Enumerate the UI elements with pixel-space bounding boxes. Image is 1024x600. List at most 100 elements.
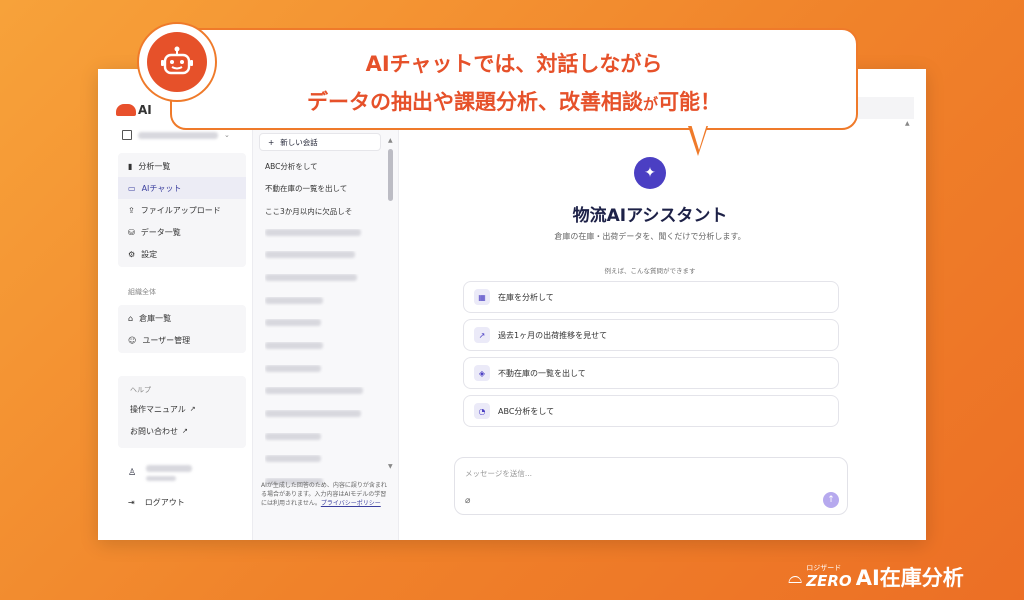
- conversation-item-blurred[interactable]: [265, 297, 375, 306]
- chat-icon: ▭: [128, 183, 136, 193]
- send-button[interactable]: ↑: [823, 492, 839, 508]
- privacy-policy-link[interactable]: プライバシーポリシー: [321, 500, 381, 507]
- sidebar-item-label: ファイルアップロード: [140, 205, 221, 215]
- database-icon: ⛁: [128, 227, 135, 237]
- assistant-title: 物流AIアシスタント: [572, 206, 728, 226]
- conversation-item-blurred[interactable]: [265, 410, 375, 419]
- users-icon: ☺: [128, 335, 137, 345]
- manual-link-label: 操作マニュアル: [130, 404, 186, 414]
- help-label: ヘルプ: [130, 386, 151, 394]
- arrow-up-icon: ↑: [827, 495, 835, 505]
- new-conversation-label: 新しい会話: [280, 137, 318, 147]
- suggestion-label: ABC分析をして: [498, 406, 555, 416]
- conversation-item-blurred[interactable]: [265, 342, 375, 351]
- robot-badge: [137, 22, 217, 102]
- brand-text: AI: [138, 103, 152, 117]
- manual-link[interactable]: 操作マニュアル ↗: [118, 398, 246, 420]
- user-email-blurred: [146, 476, 177, 481]
- callout-tail-inner: [691, 124, 707, 150]
- sidebar-item-settings[interactable]: ⚙ 設定: [118, 243, 246, 265]
- footer-brand-big: AI在庫分析: [855, 566, 964, 590]
- sidebar-item-label: 倉庫一覧: [139, 313, 172, 323]
- org-section-label: 組織全体: [128, 288, 156, 296]
- scroll-down-icon[interactable]: ▼: [388, 463, 393, 470]
- user-profile[interactable]: ♙: [128, 465, 193, 481]
- upload-icon: ⇪: [128, 205, 135, 215]
- sidebar-item-label: AIチャット: [141, 183, 182, 193]
- logout-icon: ⇥: [128, 498, 135, 507]
- suggestion-label: 過去1ヶ月の出荷推移を見せて: [498, 330, 608, 340]
- sidebar-item-upload[interactable]: ⇪ ファイルアップロード: [118, 199, 246, 221]
- bar-chart-icon: ▮: [128, 161, 133, 171]
- conversation-item-blurred[interactable]: [265, 387, 375, 396]
- org-nav: ⌂ 倉庫一覧 ☺ ユーザー管理: [118, 305, 246, 353]
- logout-button[interactable]: ⇥ ログアウト: [128, 497, 185, 508]
- footer-logo-mark: ⌓: [788, 566, 803, 588]
- callout-line2-end: 可能！: [658, 90, 721, 114]
- example-label: 例えば、こんな質問ができます: [604, 267, 696, 275]
- conversation-item[interactable]: ABC分析をして: [265, 161, 375, 172]
- sidebar-item-users[interactable]: ☺ ユーザー管理: [118, 329, 246, 351]
- callout-line2-main: データの抽出や課題分析、改善相談: [306, 90, 643, 114]
- suggestion-abc-analysis[interactable]: ◔ ABC分析をして: [463, 395, 839, 427]
- main-nav: ▮ 分析一覧 ▭ AIチャット ⇪ ファイルアップロード ⛁ データ一覧 ⚙ 設定: [118, 153, 246, 267]
- suggestion-label: 不動在庫の一覧を出して: [498, 368, 586, 378]
- assistant-subtitle: 倉庫の在庫・出荷データを、聞くだけで分析します。: [554, 232, 746, 241]
- gear-icon: ⚙: [128, 249, 136, 259]
- external-link-icon: ↗: [189, 405, 196, 413]
- sidebar-item-label: 分析一覧: [138, 161, 171, 171]
- message-placeholder: メッセージを送信...: [465, 469, 533, 478]
- contact-link[interactable]: お問い合わせ ↗: [118, 420, 246, 442]
- sidebar: AI ⌄ ▮ 分析一覧 ▭ AIチャット ⇪ ファイルアップロード ⛁ データ一覧 ⚙ 設…: [98, 69, 253, 540]
- conversation-item[interactable]: ここ3か月以内に欠品しそ: [265, 206, 375, 217]
- scroll-thumb[interactable]: [388, 149, 393, 201]
- warehouse-icon: ⌂: [128, 313, 134, 323]
- plus-icon: +: [268, 137, 275, 147]
- message-input[interactable]: メッセージを送信... ⌀ ↑: [454, 457, 848, 515]
- suggestion-analyze-inventory[interactable]: ▦ 在庫を分析して: [463, 281, 839, 313]
- pie-icon: ◔: [474, 403, 490, 419]
- sidebar-item-ai-chat[interactable]: ▭ AIチャット: [118, 177, 246, 199]
- boxes-icon: ▦: [474, 289, 490, 305]
- new-conversation-button[interactable]: + 新しい会話: [259, 133, 381, 151]
- chevron-down-icon: ⌄: [224, 131, 230, 139]
- app-window: AI ⌄ ▮ 分析一覧 ▭ AIチャット ⇪ ファイルアップロード ⛁ データ一覧 ⚙ 設…: [98, 69, 926, 540]
- conversation-list: + 新しい会話 ABC分析をして 不動在庫の一覧を出して ここ3か月以内に欠品しそ: [253, 129, 399, 540]
- footer-brand-stack: ロジザード ZERO: [806, 564, 851, 590]
- callout-line2-small: が: [642, 95, 658, 113]
- user-icon: ♙: [128, 468, 137, 478]
- trend-icon: ↗: [474, 327, 490, 343]
- attach-icon[interactable]: ⌀: [465, 496, 470, 506]
- suggestion-shipment-trend[interactable]: ↗ 過去1ヶ月の出荷推移を見せて: [463, 319, 839, 351]
- robot-icon: [147, 32, 207, 92]
- help-section: ヘルプ 操作マニュアル ↗ お問い合わせ ↗: [118, 376, 246, 448]
- org-name-blurred: [138, 131, 218, 139]
- sidebar-item-label: データ一覧: [140, 227, 181, 237]
- sidebar-item-warehouses[interactable]: ⌂ 倉庫一覧: [118, 307, 246, 329]
- suggestion-label: 在庫を分析して: [498, 292, 554, 302]
- conversation-item-blurred[interactable]: [265, 433, 375, 442]
- conversation-scrollbar[interactable]: ▲ ▼: [388, 137, 394, 470]
- user-name-blurred: [146, 465, 193, 472]
- conversation-item-blurred[interactable]: [265, 455, 375, 464]
- logout-label: ログアウト: [144, 498, 185, 507]
- brand-logo: AI: [116, 103, 152, 117]
- sidebar-item-label: 設定: [141, 249, 158, 259]
- callout-line2: データの抽出や課題分析、改善相談が可能！: [172, 86, 856, 116]
- conversation-item-blurred[interactable]: [265, 319, 375, 328]
- footer-brand-zero: ZERO: [806, 572, 852, 590]
- main-scroll-up-icon[interactable]: ▲: [905, 120, 910, 127]
- conversation-item-blurred[interactable]: [265, 251, 375, 260]
- conversation-item-blurred[interactable]: [265, 229, 375, 238]
- conversation-item-blurred[interactable]: [265, 365, 375, 374]
- conversation-item-blurred[interactable]: [265, 274, 375, 283]
- suggestion-dead-stock[interactable]: ◈ 不動在庫の一覧を出して: [463, 357, 839, 389]
- disclaimer: AIが生成した回答のため、内容に誤りが含まれる場合があります。入力内容はAIモデ…: [261, 481, 391, 508]
- contact-link-label: お問い合わせ: [130, 426, 178, 436]
- sidebar-item-data[interactable]: ⛁ データ一覧: [118, 221, 246, 243]
- scroll-up-icon[interactable]: ▲: [388, 137, 393, 144]
- sidebar-item-analysis[interactable]: ▮ 分析一覧: [118, 155, 246, 177]
- conversation-item[interactable]: 不動在庫の一覧を出して: [265, 183, 375, 194]
- footer-brand-small: ロジザード: [806, 564, 842, 572]
- sidebar-item-label: ユーザー管理: [142, 335, 191, 345]
